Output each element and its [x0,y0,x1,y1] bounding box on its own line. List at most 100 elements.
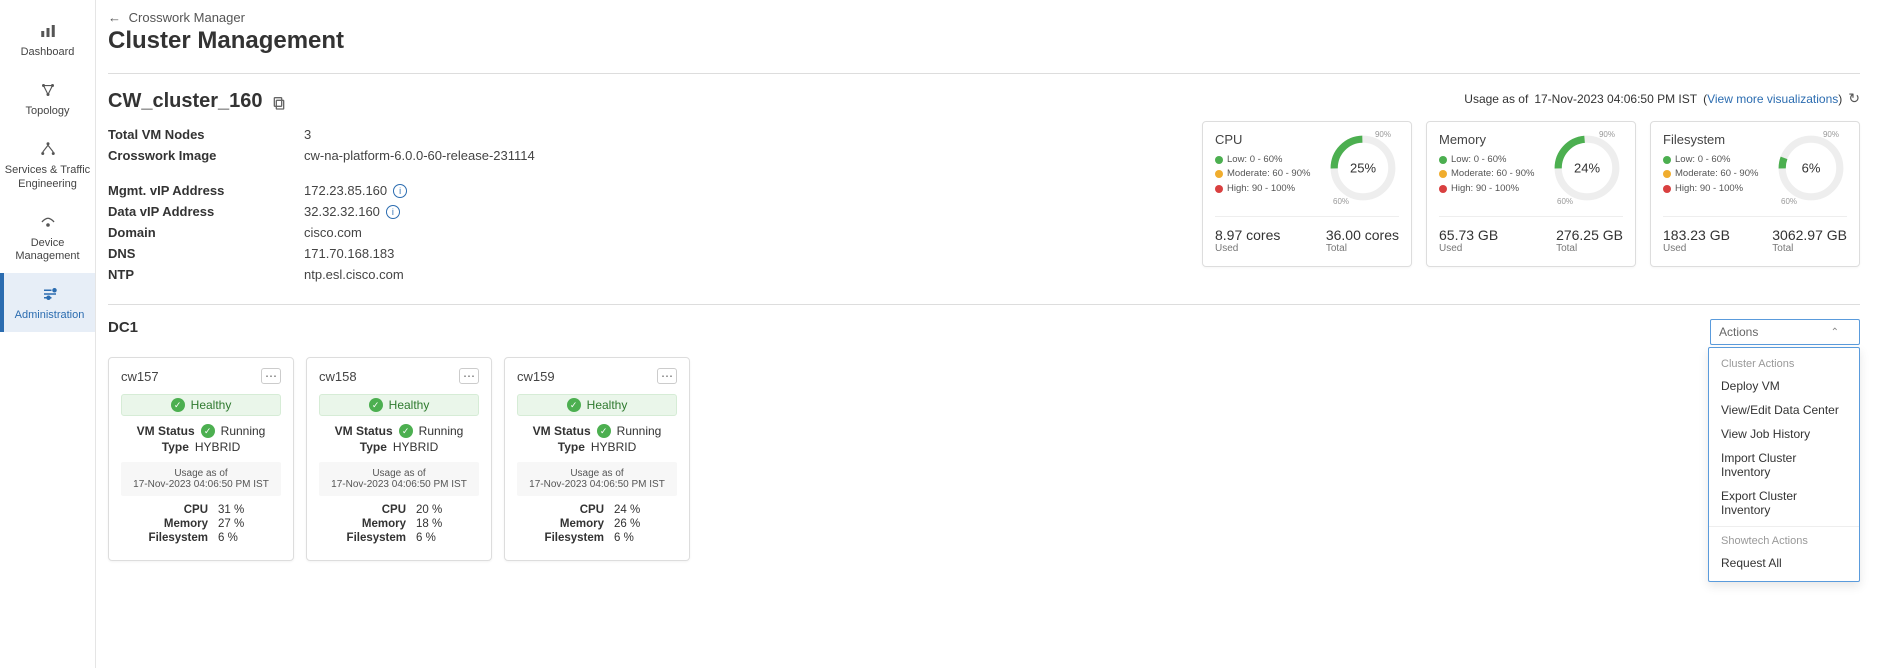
metric-title: Filesystem [1663,132,1758,147]
cluster-name: CW_cluster_160 [108,90,263,113]
filesystem-value: 6 % [416,532,456,544]
main-panel: ← Crosswork Manager Cluster Management C… [96,0,1880,668]
usage-box: Usage as of 17-Nov-2023 04:06:50 PM IST [319,462,479,496]
nodes-row: cw157 ⋯ ✓ Healthy VM Status ✓ Running Ty… [108,357,1860,561]
check-icon: ✓ [171,398,185,412]
menu-item-deploy-vm[interactable]: Deploy VM [1709,374,1859,398]
type-label: Type [162,440,189,454]
refresh-icon[interactable]: ↻ [1848,90,1860,107]
services-icon [37,138,59,160]
metric-card-filesystem: Filesystem Low: 0 - 60% Moderate: 60 - 9… [1650,121,1860,267]
info-icon[interactable]: i [393,184,407,198]
type-value: HYBRID [195,440,240,454]
memory-label: Memory [540,518,604,530]
sidebar-item-topology[interactable]: Topology [0,69,95,128]
menu-header-cluster: Cluster Actions [1709,354,1859,374]
sidebar-item-dashboard[interactable]: Dashboard [0,10,95,69]
actions-dropdown[interactable]: Actions ⌃ [1710,319,1860,345]
section-title: DC1 [108,319,138,336]
memory-label: Memory [342,518,406,530]
value-total-vm-nodes: 3 [304,127,535,142]
node-menu-icon[interactable]: ⋯ [657,368,677,384]
memory-value: 27 % [218,518,258,530]
cpu-value: 31 % [218,504,258,516]
menu-item-export-inventory[interactable]: Export Cluster Inventory [1709,484,1859,522]
node-menu-icon[interactable]: ⋯ [261,368,281,384]
filesystem-value: 6 % [614,532,654,544]
filesystem-label: Filesystem [342,532,406,544]
cpu-label: CPU [144,504,208,516]
label-total-vm-nodes: Total VM Nodes [108,127,288,142]
cpu-label: CPU [540,504,604,516]
nav-label: Topology [25,105,69,118]
node-name: cw159 [517,369,555,384]
check-icon: ✓ [369,398,383,412]
value-mgmt-vip: 172.23.85.160 [304,183,387,198]
cpu-value: 24 % [614,504,654,516]
filesystem-gauge: 6% 90% 60% [1775,132,1847,204]
health-pill: ✓ Healthy [121,394,281,416]
breadcrumb[interactable]: ← Crosswork Manager [108,10,1860,25]
cpu-gauge: 25% 90% 60% [1327,132,1399,204]
menu-item-request-all[interactable]: Request All [1709,551,1859,575]
vm-status-value: Running [221,424,266,438]
label-dns: DNS [108,246,288,261]
cpu-label: CPU [342,504,406,516]
sidebar-item-device-mgmt[interactable]: Device Management [0,201,95,273]
back-arrow-icon: ← [108,10,121,25]
vm-status-label: VM Status [335,424,393,438]
node-card: cw159 ⋯ ✓ Healthy VM Status ✓ Running Ty… [504,357,690,561]
value-data-vip: 32.32.32.160 [304,204,380,219]
filesystem-label: Filesystem [144,532,208,544]
node-menu-icon[interactable]: ⋯ [459,368,479,384]
health-label: Healthy [191,398,232,412]
type-label: Type [360,440,387,454]
label-domain: Domain [108,225,288,240]
usage-prefix: Usage as of [1464,92,1528,106]
cluster-info: Total VM Nodes 3 Crosswork Image cw-na-p… [108,127,535,282]
sidebar: Dashboard Topology Services & Traffic En… [0,0,96,668]
check-icon: ✓ [597,424,611,438]
metric-card-memory: Memory Low: 0 - 60% Moderate: 60 - 90% H… [1426,121,1636,267]
health-label: Healthy [389,398,430,412]
health-pill: ✓ Healthy [517,394,677,416]
value-crosswork-image: cw-na-platform-6.0.0-60-release-231114 [304,148,535,163]
info-icon[interactable]: i [386,205,400,219]
filesystem-value: 6 % [218,532,258,544]
cpu-value: 20 % [416,504,456,516]
type-value: HYBRID [591,440,636,454]
nav-label: Device Management [4,237,91,263]
label-crosswork-image: Crosswork Image [108,148,288,163]
value-domain: cisco.com [304,225,535,240]
memory-gauge: 24% 90% 60% [1551,132,1623,204]
vm-status-label: VM Status [533,424,591,438]
nav-label: Dashboard [21,46,75,59]
sidebar-item-services[interactable]: Services & Traffic Engineering [0,128,95,200]
menu-item-view-edit-dc[interactable]: View/Edit Data Center [1709,398,1859,422]
usage-box: Usage as of 17-Nov-2023 04:06:50 PM IST [517,462,677,496]
label-mgmt-vip: Mgmt. vIP Address [108,183,288,198]
memory-value: 18 % [416,518,456,530]
metric-title: Memory [1439,132,1534,147]
filesystem-label: Filesystem [540,532,604,544]
sidebar-item-administration[interactable]: Administration [0,273,95,332]
label-data-vip: Data vIP Address [108,204,288,219]
type-label: Type [558,440,585,454]
value-dns: 171.70.168.183 [304,246,535,261]
metric-title: CPU [1215,132,1310,147]
type-value: HYBRID [393,440,438,454]
view-more-link[interactable]: View more visualizations [1707,92,1838,106]
health-pill: ✓ Healthy [319,394,479,416]
node-card: cw157 ⋯ ✓ Healthy VM Status ✓ Running Ty… [108,357,294,561]
nav-label: Services & Traffic Engineering [4,164,91,190]
copy-icon[interactable] [271,94,287,110]
menu-item-import-inventory[interactable]: Import Cluster Inventory [1709,446,1859,484]
menu-item-view-job-history[interactable]: View Job History [1709,422,1859,446]
vm-status-value: Running [617,424,662,438]
node-name: cw158 [319,369,357,384]
check-icon: ✓ [201,424,215,438]
menu-header-showtech: Showtech Actions [1709,531,1859,551]
nav-label: Administration [15,309,85,322]
check-icon: ✓ [567,398,581,412]
metrics-row: CPU Low: 0 - 60% Moderate: 60 - 90% High… [1202,121,1860,267]
